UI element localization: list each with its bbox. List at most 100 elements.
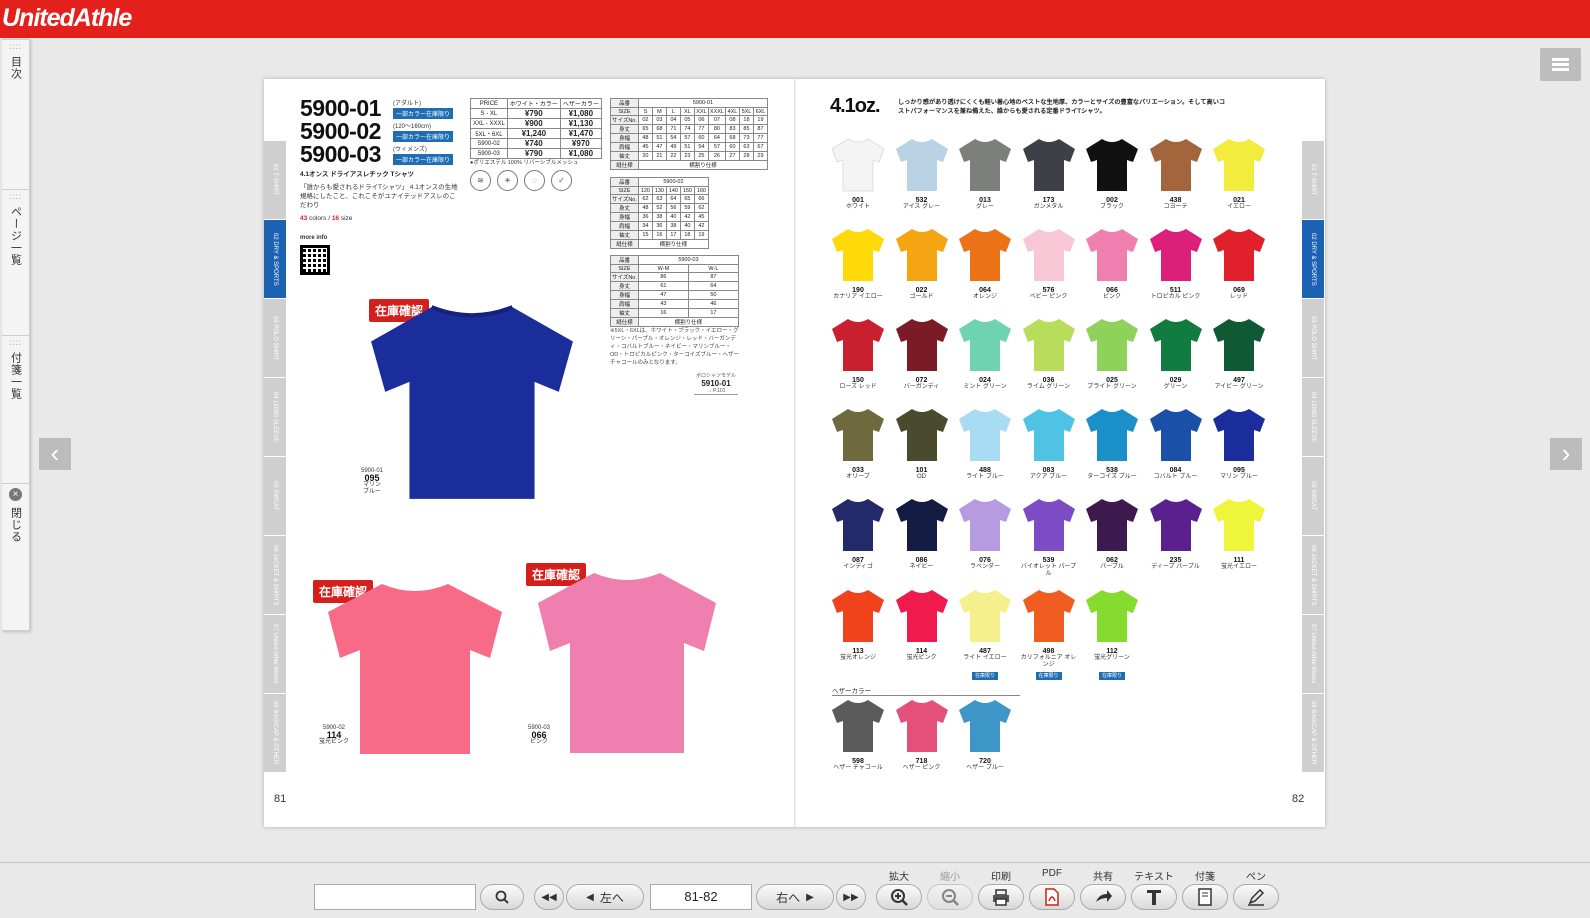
color-swatch[interactable] bbox=[828, 135, 888, 193]
color-swatch[interactable] bbox=[892, 696, 952, 754]
grip-icon: :::: bbox=[9, 42, 22, 51]
color-swatch[interactable] bbox=[1019, 135, 1079, 193]
right-page-index: 01 T-SHIRT 02 DRY & SPORTS 03 POLO SHIRT 04… bbox=[1302, 141, 1324, 773]
section-index-tab[interactable]: 07 United Athle Works bbox=[264, 615, 286, 693]
color-swatch[interactable] bbox=[955, 495, 1015, 553]
color-swatch[interactable] bbox=[1146, 405, 1206, 463]
color-swatch[interactable] bbox=[892, 405, 952, 463]
color-swatch[interactable] bbox=[955, 696, 1015, 754]
section-index-tab[interactable]: 05 SWEAT bbox=[264, 457, 286, 535]
brand-logo[interactable]: UnitedAthle bbox=[2, 4, 132, 33]
swatch-name: レッド bbox=[1229, 294, 1248, 300]
color-swatch[interactable] bbox=[828, 315, 888, 373]
section-index-tab[interactable]: 02 DRY & SPORTS bbox=[264, 220, 286, 298]
color-swatch[interactable] bbox=[955, 225, 1015, 283]
section-index-tab[interactable]: 08 BAG/CAP & OTHER bbox=[1302, 694, 1324, 772]
color-swatch[interactable] bbox=[1209, 225, 1269, 283]
color-swatch[interactable] bbox=[828, 225, 888, 283]
color-swatch[interactable] bbox=[892, 135, 952, 193]
color-swatch[interactable] bbox=[828, 586, 888, 644]
color-swatch[interactable] bbox=[1082, 135, 1142, 193]
swatch-label: 532 アイス グレー bbox=[892, 197, 952, 211]
color-swatch[interactable] bbox=[1019, 315, 1079, 373]
main-shirt-image bbox=[361, 301, 583, 503]
color-swatch[interactable] bbox=[1019, 405, 1079, 463]
tab-contents[interactable]: :::: 目次 bbox=[2, 40, 29, 190]
zoom-in-button[interactable] bbox=[876, 884, 922, 910]
color-swatch[interactable] bbox=[1209, 135, 1269, 193]
sticky-note-button[interactable] bbox=[1182, 884, 1228, 910]
swatch-name: ヘザー チャコール bbox=[833, 765, 883, 771]
next-page-button[interactable]: 右へ ▶ bbox=[756, 884, 834, 910]
swatch-code: 029 bbox=[1169, 377, 1182, 384]
color-swatch[interactable] bbox=[1082, 586, 1142, 644]
swatch-label: 173 ガンメタル bbox=[1019, 197, 1079, 211]
color-swatch[interactable] bbox=[1082, 495, 1142, 553]
search-button[interactable] bbox=[480, 884, 524, 910]
color-swatch[interactable] bbox=[1209, 495, 1269, 553]
section-index-tab[interactable]: 05 SWEAT bbox=[1302, 457, 1324, 535]
first-page-button[interactable]: ◀◀ bbox=[534, 884, 564, 910]
color-swatch[interactable] bbox=[828, 495, 888, 553]
color-swatch[interactable] bbox=[828, 405, 888, 463]
swatch-name: ライト ブルー bbox=[966, 474, 1004, 480]
last-page-button[interactable]: ▶▶ bbox=[836, 884, 866, 910]
swatch-code: 025 bbox=[1106, 377, 1118, 384]
feature-icons: ≋ ☀ ◌ ✓ bbox=[470, 170, 572, 191]
color-swatch[interactable] bbox=[1082, 405, 1142, 463]
color-swatch[interactable] bbox=[1082, 225, 1142, 283]
color-swatch[interactable] bbox=[1019, 495, 1079, 553]
next-page-arrow[interactable]: › bbox=[1550, 438, 1582, 470]
section-index-tab[interactable]: 04 LONG SLEEVE bbox=[1302, 378, 1324, 456]
section-index-tab[interactable]: 01 T-SHIRT bbox=[1302, 141, 1324, 219]
menu-button[interactable] bbox=[1540, 48, 1581, 81]
color-swatch[interactable] bbox=[1082, 315, 1142, 373]
page-number-field[interactable]: 81-82 bbox=[650, 884, 752, 910]
color-swatch[interactable] bbox=[1019, 225, 1079, 283]
swatch-code: 072 bbox=[915, 377, 928, 384]
prev-page-arrow[interactable]: ‹ bbox=[39, 438, 71, 470]
print-button[interactable] bbox=[978, 884, 1024, 910]
zoom-out-button[interactable] bbox=[927, 884, 973, 910]
color-swatch[interactable] bbox=[892, 495, 952, 553]
color-swatch[interactable] bbox=[955, 135, 1015, 193]
pen-button[interactable] bbox=[1233, 884, 1279, 910]
color-swatch[interactable] bbox=[828, 696, 888, 754]
section-index-tab[interactable]: 07 United Athle Works bbox=[1302, 615, 1324, 693]
section-index-tab[interactable]: 01 T-SHIRT bbox=[264, 141, 286, 219]
color-swatch[interactable] bbox=[892, 315, 952, 373]
color-swatch[interactable] bbox=[1146, 315, 1206, 373]
color-swatch[interactable] bbox=[1146, 495, 1206, 553]
swatch-name: パープル bbox=[1100, 564, 1124, 570]
section-index-tab[interactable]: 04 LONG SLEEVE bbox=[264, 378, 286, 456]
section-index-tab[interactable]: 02 DRY & SPORTS bbox=[1302, 220, 1324, 298]
color-swatch[interactable] bbox=[1209, 405, 1269, 463]
tab-page-list[interactable]: :::: ページ一覧 bbox=[2, 190, 29, 336]
color-swatch[interactable] bbox=[955, 315, 1015, 373]
swatch-name: ホワイト bbox=[845, 204, 870, 210]
qr-code-icon[interactable] bbox=[300, 245, 330, 275]
color-swatch[interactable] bbox=[955, 405, 1015, 463]
color-swatch[interactable] bbox=[892, 225, 952, 283]
color-swatch[interactable] bbox=[892, 586, 952, 644]
related-product[interactable]: ポロシャツモデル 5910-01 → P.101 bbox=[694, 372, 738, 395]
tab-close[interactable]: × 閉じる bbox=[2, 484, 29, 630]
color-swatch[interactable] bbox=[1209, 315, 1269, 373]
search-input[interactable] bbox=[314, 884, 476, 910]
section-index-tab[interactable]: 03 POLO SHIRT bbox=[1302, 299, 1324, 377]
section-index-tab[interactable]: 08 BAG/CAP & OTHER bbox=[264, 694, 286, 772]
swatch-code: 022 bbox=[915, 287, 928, 294]
pdf-button[interactable] bbox=[1029, 884, 1075, 910]
shirt-color-code: 114 bbox=[326, 730, 342, 740]
color-swatch[interactable] bbox=[1019, 586, 1079, 644]
text-button[interactable] bbox=[1131, 884, 1177, 910]
prev-page-button[interactable]: ◀ 左へ bbox=[566, 884, 644, 910]
share-button[interactable] bbox=[1080, 884, 1126, 910]
tab-sticky-list[interactable]: :::: 付箋一覧 bbox=[2, 336, 29, 484]
section-index-tab[interactable]: 03 POLO SHIRT bbox=[264, 299, 286, 377]
color-swatch[interactable] bbox=[955, 586, 1015, 644]
color-swatch[interactable] bbox=[1146, 135, 1206, 193]
section-index-tab[interactable]: 06 JACKET & SHIRTS bbox=[264, 536, 286, 614]
color-swatch[interactable] bbox=[1146, 225, 1206, 283]
section-index-tab[interactable]: 06 JACKET & SHIRTS bbox=[1302, 536, 1324, 614]
